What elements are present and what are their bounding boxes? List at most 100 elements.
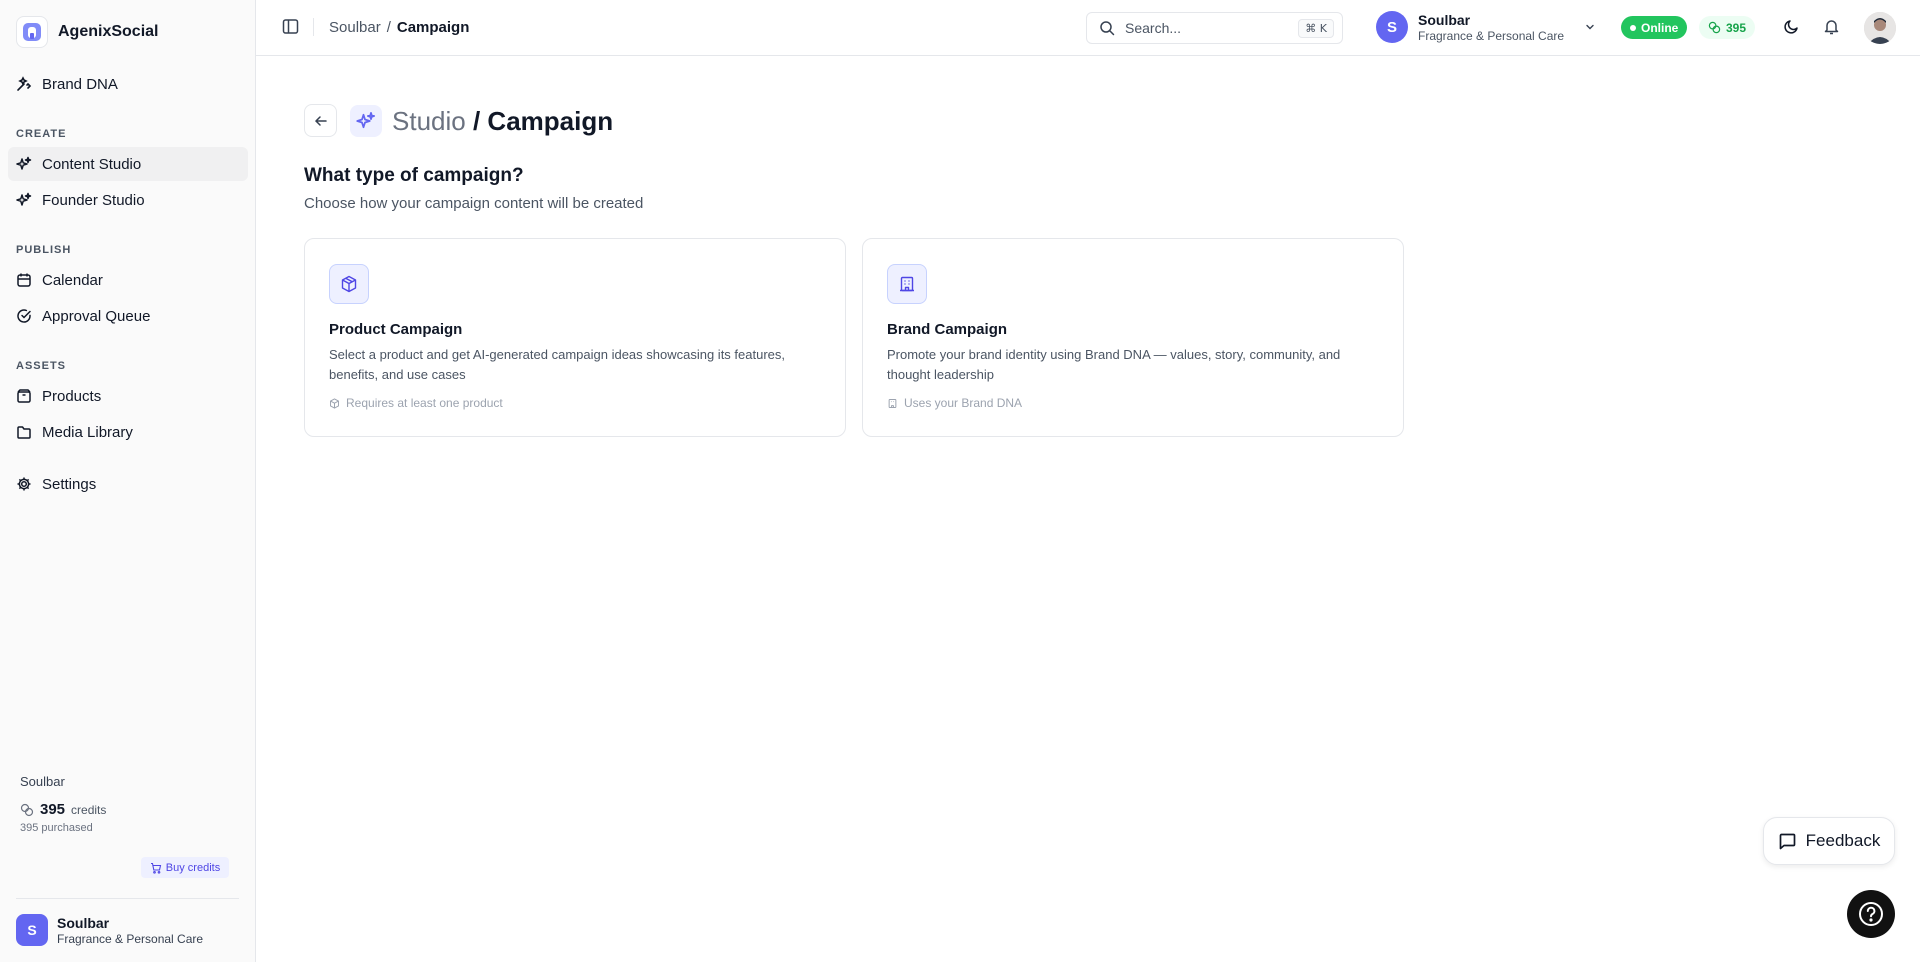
buy-credits-label: Buy credits [165,861,221,874]
sidebar-item-brand-dna[interactable]: Brand DNA [8,67,248,101]
sidebar-item-label: Content Studio [42,155,142,173]
arrow-left-icon [314,115,327,126]
package-icon [329,264,369,304]
sidebar-item-label: Approval Queue [42,307,151,325]
sidebar: AgenixSocial Brand DNA CREATE Content St… [0,0,256,962]
sidebar-item-label: Products [42,387,102,405]
org-name: Soulbar [57,914,110,931]
status-label: Online [1641,20,1679,35]
gear-icon [17,477,31,491]
page-title-prefix: Studio [392,106,466,136]
user-avatar-image [1864,12,1896,44]
building-icon [887,264,927,304]
credits-purchased: 395 purchased [20,822,93,834]
org-avatar: S [1376,11,1408,43]
package-icon [17,389,31,403]
feedback-button[interactable]: Feedback [1763,817,1895,865]
org-category: Fragrance & Personal Care [1418,28,1565,43]
card-title: Brand Campaign [887,321,1008,338]
sidebar-item-founder-studio[interactable]: Founder Studio [8,183,248,217]
card-requirement: Requires at least one product [329,396,503,410]
section-heading: What type of campaign? [304,165,524,186]
check-circle-icon [17,309,31,323]
coins-icon [20,803,34,816]
page-title: Studio / Campaign [392,106,613,136]
breadcrumb: Soulbar / Campaign [329,19,469,36]
buy-credits-button[interactable]: Buy credits [141,857,229,878]
brand-dna-icon [17,76,32,91]
sidebar-item-products[interactable]: Products [8,379,248,413]
theme-toggle-button[interactable] [1783,18,1800,40]
top-header: Soulbar / Campaign Search... ⌘ K S Soulb… [256,0,1920,56]
back-button[interactable] [304,104,337,137]
org-switcher[interactable]: S Soulbar Fragrance & Personal Care [1376,11,1596,43]
sparkles-icon [16,156,32,170]
org-name: Soulbar [1418,11,1471,28]
breadcrumb-item-campaign: Campaign [396,19,470,36]
folder-icon [17,426,31,439]
chevron-down-icon [1586,24,1594,30]
online-status-badge: Online [1621,16,1688,39]
app-name: AgenixSocial [58,23,159,40]
sidebar-toggle-button[interactable] [282,18,299,40]
sidebar-item-label: Settings [42,475,97,493]
product-campaign-card[interactable]: Product Campaign Select a product and ge… [304,238,846,437]
credits-summary: Soulbar 395 credits 395 purchased [20,774,230,834]
breadcrumb-item-soulbar[interactable]: Soulbar [329,19,381,36]
credits-badge[interactable]: 395 [1699,16,1756,39]
credits-unit: credits [71,802,107,817]
credits-count: 395 [1726,20,1747,35]
sidebar-divider [16,898,239,899]
sidebar-item-label: Media Library [42,423,133,441]
app-logo-icon [16,16,48,48]
sidebar-item-approval-queue[interactable]: Approval Queue [8,299,248,333]
coins-icon [1708,21,1721,34]
help-button[interactable] [1847,890,1895,938]
section-label-create: CREATE [16,128,67,140]
notifications-button[interactable] [1823,18,1840,40]
brand-campaign-card[interactable]: Brand Campaign Promote your brand identi… [862,238,1404,437]
header-separator [313,18,314,36]
package-small-icon [330,397,339,409]
sidebar-item-label: Founder Studio [42,191,145,209]
card-description: Select a product and get AI-generated ca… [329,347,786,382]
org-category: Fragrance & Personal Care [57,931,204,946]
search-input[interactable]: Search... ⌘ K [1086,12,1343,44]
moon-icon [1784,20,1798,34]
sidebar-item-media-library[interactable]: Media Library [8,415,248,449]
card-title: Product Campaign [329,321,463,338]
cart-icon [150,862,161,874]
search-shortcut-badge: ⌘ K [1298,18,1334,38]
user-avatar[interactable] [1864,12,1896,44]
card-requirement: Uses your Brand DNA [887,396,1022,410]
card-requirement-label: Uses your Brand DNA [904,396,1023,410]
sparkles-icon [16,192,32,206]
search-placeholder: Search... [1125,20,1182,36]
bell-icon [1824,20,1839,35]
building-small-icon [888,398,897,408]
message-square-icon [1779,833,1796,849]
sidebar-item-label: Calendar [42,271,103,289]
section-label-assets: ASSETS [16,360,67,372]
page-title-main: / Campaign [472,106,614,136]
credits-amount: 395 [40,801,66,818]
section-subtitle: Choose how your campaign content will be… [304,195,644,212]
calendar-icon [17,273,31,287]
sidebar-item-calendar[interactable]: Calendar [8,263,248,297]
sidebar-org-switcher[interactable]: S Soulbar Fragrance & Personal Care [16,914,203,946]
sidebar-toggle-icon [282,19,299,34]
app-logo-row[interactable]: AgenixSocial [16,14,158,50]
status-dot [1630,24,1636,31]
feedback-label: Feedback [1805,831,1881,850]
search-icon [1100,21,1115,36]
credits-org-name: Soulbar [20,774,65,789]
org-avatar: S [16,914,48,946]
card-requirement-label: Requires at least one product [346,396,503,410]
sidebar-item-content-studio[interactable]: Content Studio [8,147,248,181]
sidebar-item-settings[interactable]: Settings [8,467,248,501]
breadcrumb-separator: / [386,19,391,36]
help-circle-icon [1859,902,1883,926]
studio-sparkles-icon [350,105,382,137]
section-label-publish: PUBLISH [16,244,72,256]
sidebar-item-label: Brand DNA [42,75,118,93]
